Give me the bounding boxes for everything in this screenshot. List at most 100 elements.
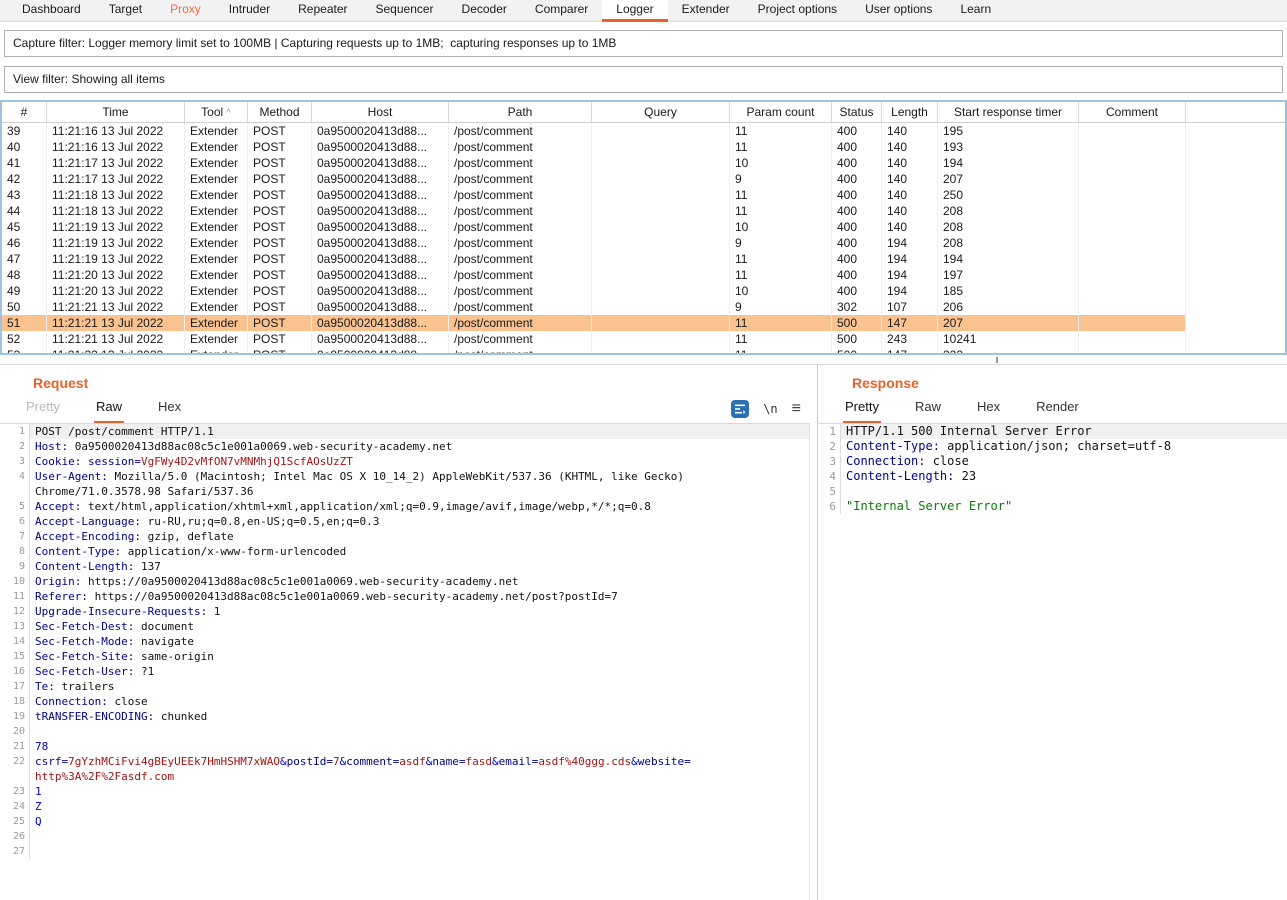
splitter-handle-icon bbox=[996, 357, 998, 363]
log-row-50[interactable]: 5011:21:21 13 Jul 2022ExtenderPOST0a9500… bbox=[2, 299, 1285, 315]
menu-tab-proxy[interactable]: Proxy bbox=[156, 0, 215, 22]
cell-path: /post/comment bbox=[449, 251, 592, 267]
cell-path: /post/comment bbox=[449, 139, 592, 155]
menu-tab-sequencer[interactable]: Sequencer bbox=[362, 0, 448, 22]
column-header-method[interactable]: Method bbox=[248, 102, 312, 122]
line-number: 27 bbox=[0, 844, 30, 859]
response-tab-render[interactable]: Render bbox=[1034, 399, 1081, 423]
log-row-52[interactable]: 5211:21:21 13 Jul 2022ExtenderPOST0a9500… bbox=[2, 331, 1285, 347]
cell-query bbox=[592, 331, 730, 347]
cell-comment bbox=[1079, 299, 1186, 315]
log-row-40[interactable]: 4011:21:16 13 Jul 2022ExtenderPOST0a9500… bbox=[2, 139, 1285, 155]
line-content: Sec-Fetch-Mode: navigate bbox=[30, 634, 809, 649]
horizontal-splitter[interactable] bbox=[0, 355, 1287, 365]
show-nonprintable-icon[interactable]: \n bbox=[763, 402, 777, 416]
cell-param-count: 10 bbox=[730, 283, 832, 299]
column-header-num[interactable]: # bbox=[2, 102, 47, 122]
line-number: 5 bbox=[819, 484, 841, 499]
log-row-45[interactable]: 4511:21:19 13 Jul 2022ExtenderPOST0a9500… bbox=[2, 219, 1285, 235]
menu-tab-user-options[interactable]: User options bbox=[851, 0, 946, 22]
cell-id: 41 bbox=[2, 155, 47, 171]
menu-tab-extender[interactable]: Extender bbox=[668, 0, 744, 22]
capture-filter-bar[interactable]: Capture filter: Logger memory limit set … bbox=[4, 30, 1283, 57]
request-line-13: 13Sec-Fetch-Dest: document bbox=[0, 619, 809, 634]
menu-tab-target[interactable]: Target bbox=[95, 0, 156, 22]
cell-length: 194 bbox=[882, 235, 938, 251]
log-row-41[interactable]: 4111:21:17 13 Jul 2022ExtenderPOST0a9500… bbox=[2, 155, 1285, 171]
column-label: Tool bbox=[201, 105, 223, 119]
request-tab-raw[interactable]: Raw bbox=[94, 399, 124, 423]
line-content: Accept-Language: ru-RU,ru;q=0.8,en-US;q=… bbox=[30, 514, 809, 529]
cell-length: 140 bbox=[882, 187, 938, 203]
column-header-param-count[interactable]: Param count bbox=[730, 102, 832, 122]
log-row-44[interactable]: 4411:21:18 13 Jul 2022ExtenderPOST0a9500… bbox=[2, 203, 1285, 219]
log-row-46[interactable]: 4611:21:19 13 Jul 2022ExtenderPOST0a9500… bbox=[2, 235, 1285, 251]
request-tab-pretty: Pretty bbox=[24, 399, 62, 423]
log-row-48[interactable]: 4811:21:20 13 Jul 2022ExtenderPOST0a9500… bbox=[2, 267, 1285, 283]
cell-time: 11:21:21 13 Jul 2022 bbox=[47, 331, 185, 347]
cell-query bbox=[592, 139, 730, 155]
cell-time: 11:21:19 13 Jul 2022 bbox=[47, 251, 185, 267]
request-line-18: 18Connection: close bbox=[0, 694, 809, 709]
cell-method: POST bbox=[248, 139, 312, 155]
column-header-length[interactable]: Length bbox=[882, 102, 938, 122]
column-header-tool[interactable]: Tool^ bbox=[185, 102, 248, 122]
request-line-3: 3Cookie: session=VgFWy4D2vMfON7vMNMhjQ1S… bbox=[0, 454, 809, 469]
menu-tab-logger[interactable]: Logger bbox=[602, 0, 667, 22]
cell-tool: Extender bbox=[185, 331, 248, 347]
menu-tab-learn[interactable]: Learn bbox=[946, 0, 1005, 22]
response-tab-hex[interactable]: Hex bbox=[975, 399, 1002, 423]
cell-id: 52 bbox=[2, 331, 47, 347]
log-row-51[interactable]: 5111:21:21 13 Jul 2022ExtenderPOST0a9500… bbox=[2, 315, 1285, 331]
cell-id: 42 bbox=[2, 171, 47, 187]
column-header-time[interactable]: Time bbox=[47, 102, 185, 122]
cell-start-response-timer: 207 bbox=[938, 171, 1079, 187]
request-panel: Request PrettyRawHex \n ≡ 1POST /post/co… bbox=[0, 365, 818, 900]
view-filter-bar[interactable]: View filter: Showing all items bbox=[4, 66, 1283, 93]
column-label: Start response timer bbox=[954, 105, 1062, 119]
column-header-start-response-timer[interactable]: Start response timer bbox=[938, 102, 1079, 122]
column-header-query[interactable]: Query bbox=[592, 102, 730, 122]
log-row-43[interactable]: 4311:21:18 13 Jul 2022ExtenderPOST0a9500… bbox=[2, 187, 1285, 203]
cell-path: /post/comment bbox=[449, 347, 592, 355]
menu-tab-decoder[interactable]: Decoder bbox=[448, 0, 521, 22]
cell-start-response-timer: 208 bbox=[938, 235, 1079, 251]
column-label: # bbox=[21, 105, 28, 119]
cell-host: 0a9500020413d88... bbox=[312, 203, 449, 219]
line-number: 5 bbox=[0, 499, 30, 514]
cell-param-count: 11 bbox=[730, 187, 832, 203]
response-tab-raw[interactable]: Raw bbox=[913, 399, 943, 423]
log-row-39[interactable]: 3911:21:16 13 Jul 2022ExtenderPOST0a9500… bbox=[2, 123, 1285, 139]
log-row-53[interactable]: 5311:21:22 13 Jul 2022ExtenderPOST0a9500… bbox=[2, 347, 1285, 355]
response-tab-pretty[interactable]: Pretty bbox=[843, 399, 881, 423]
log-row-42[interactable]: 4211:21:17 13 Jul 2022ExtenderPOST0a9500… bbox=[2, 171, 1285, 187]
pretty-print-icon[interactable] bbox=[731, 400, 749, 418]
column-header-path[interactable]: Path bbox=[449, 102, 592, 122]
menu-tab-repeater[interactable]: Repeater bbox=[284, 0, 361, 22]
column-header-comment[interactable]: Comment bbox=[1079, 102, 1186, 122]
cell-tool: Extender bbox=[185, 187, 248, 203]
log-row-49[interactable]: 4911:21:20 13 Jul 2022ExtenderPOST0a9500… bbox=[2, 283, 1285, 299]
request-tab-hex[interactable]: Hex bbox=[156, 399, 183, 423]
cell-length: 140 bbox=[882, 155, 938, 171]
cell-query bbox=[592, 203, 730, 219]
log-row-47[interactable]: 4711:21:19 13 Jul 2022ExtenderPOST0a9500… bbox=[2, 251, 1285, 267]
request-line-16: 16Sec-Fetch-User: ?1 bbox=[0, 664, 809, 679]
cell-method: POST bbox=[248, 155, 312, 171]
line-number: 4 bbox=[0, 469, 30, 484]
request-editor[interactable]: 1POST /post/comment HTTP/1.12Host: 0a950… bbox=[0, 423, 810, 900]
editor-menu-icon[interactable]: ≡ bbox=[792, 402, 801, 416]
column-header-host[interactable]: Host bbox=[312, 102, 449, 122]
menu-tab-project-options[interactable]: Project options bbox=[744, 0, 851, 22]
request-line-11: 11Referer: https://0a9500020413d88ac08c5… bbox=[0, 589, 809, 604]
menu-tab-intruder[interactable]: Intruder bbox=[215, 0, 284, 22]
logger-table: # TimeTool^MethodHostPathQueryParam count… bbox=[0, 100, 1287, 355]
cell-id: 47 bbox=[2, 251, 47, 267]
response-editor[interactable]: 1HTTP/1.1 500 Internal Server Error2Cont… bbox=[819, 423, 1287, 900]
column-header-status[interactable]: Status bbox=[832, 102, 882, 122]
menu-tab-comparer[interactable]: Comparer bbox=[521, 0, 602, 22]
menu-tab-dashboard[interactable]: Dashboard bbox=[8, 0, 95, 22]
cell-id: 48 bbox=[2, 267, 47, 283]
line-content: "Internal Server Error" bbox=[841, 499, 1287, 514]
cell-id: 50 bbox=[2, 299, 47, 315]
